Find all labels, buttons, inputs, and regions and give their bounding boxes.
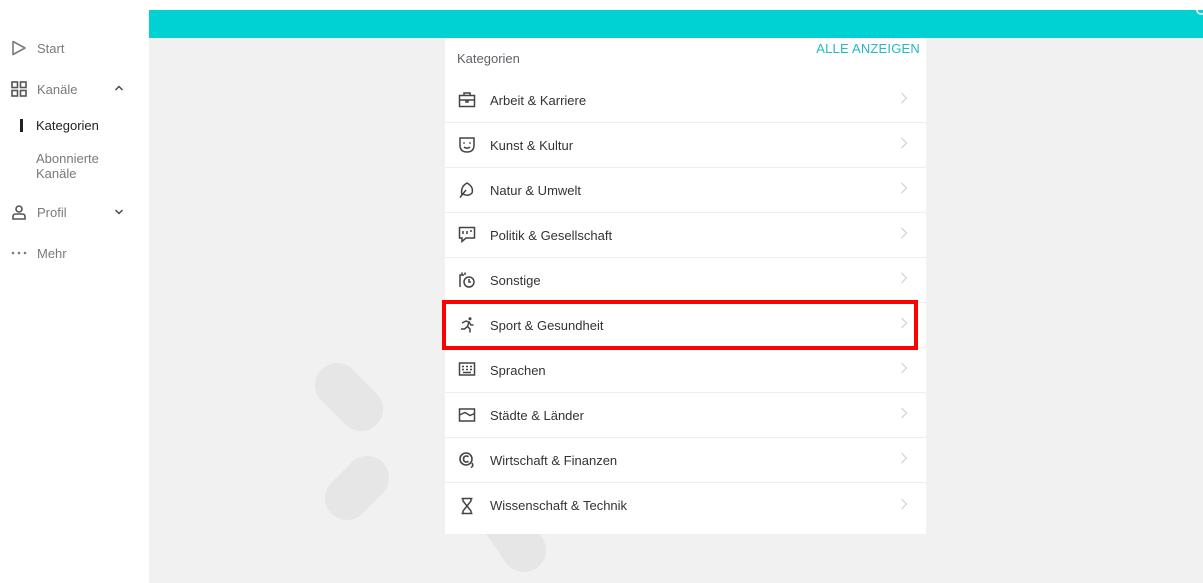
running-person-icon bbox=[457, 315, 477, 335]
show-all-link[interactable]: ALLE ANZEIGEN bbox=[816, 41, 920, 56]
chevron-right-icon bbox=[900, 316, 908, 334]
category-row[interactable]: Sonstige bbox=[445, 258, 926, 303]
flag-map-icon bbox=[457, 405, 477, 425]
chevron-right-icon bbox=[900, 451, 908, 469]
category-label: Politik & Gesellschaft bbox=[490, 227, 613, 243]
chevron-right-icon bbox=[900, 181, 908, 199]
nav-start[interactable]: Start bbox=[10, 39, 64, 57]
category-label: Sport & Gesundheit bbox=[490, 317, 604, 333]
chevron-right-icon bbox=[900, 406, 908, 424]
category-label: Arbeit & Karriere bbox=[490, 92, 587, 108]
category-row[interactable]: Sprachen bbox=[445, 348, 926, 393]
chevron-right-icon bbox=[900, 497, 908, 515]
nav-abonnierte-kanaele[interactable]: Abonnierte Kanäle bbox=[36, 151, 99, 181]
category-label: Kunst & Kultur bbox=[490, 137, 574, 153]
category-row[interactable]: Politik & Gesellschaft bbox=[445, 213, 926, 258]
nav-kanaele-label: Kanäle bbox=[37, 81, 78, 97]
chevron-right-icon bbox=[900, 271, 908, 289]
category-label: Natur & Umwelt bbox=[490, 182, 582, 198]
category-row[interactable]: Kunst & Kultur bbox=[445, 123, 926, 168]
speech-bubble-icon bbox=[457, 225, 477, 245]
category-label: Wirtschaft & Finanzen bbox=[490, 452, 618, 468]
category-list: Arbeit & Karriere Kunst & Kultur Natur &… bbox=[445, 78, 926, 528]
chevron-right-icon bbox=[900, 226, 908, 244]
briefcase-icon bbox=[457, 90, 477, 110]
categories-panel: Kategorien ALLE ANZEIGEN Arbeit & Karrie… bbox=[445, 38, 926, 534]
hourglass-icon bbox=[457, 496, 477, 516]
category-label: Städte & Länder bbox=[490, 407, 584, 423]
category-label: Sprachen bbox=[490, 362, 546, 378]
theater-mask-icon bbox=[457, 135, 477, 155]
grid-icon bbox=[10, 80, 28, 98]
top-bar bbox=[149, 10, 1203, 38]
play-icon bbox=[10, 39, 28, 57]
active-indicator bbox=[20, 119, 23, 132]
nav-mehr-label: Mehr bbox=[37, 245, 67, 261]
user-icon bbox=[10, 203, 28, 221]
nav-abonnierte-label-line1: Abonnierte bbox=[36, 151, 99, 166]
sidebar: Start Kanäle Kategorien Abonnierte Kanäl… bbox=[0, 0, 149, 583]
nav-abonnierte-label-line2: Kanäle bbox=[36, 166, 77, 181]
nav-profil-label: Profil bbox=[37, 204, 67, 220]
leaf-icon bbox=[457, 180, 477, 200]
keyboard-icon bbox=[457, 360, 477, 380]
category-row[interactable]: Arbeit & Karriere bbox=[445, 78, 926, 123]
nav-start-label: Start bbox=[37, 40, 65, 56]
nav-kategorien-label: Kategorien bbox=[36, 118, 99, 133]
nav-kategorien[interactable]: Kategorien bbox=[20, 118, 99, 133]
search-icon[interactable] bbox=[1195, 10, 1203, 23]
category-row[interactable]: Natur & Umwelt bbox=[445, 168, 926, 213]
nav-kanaele[interactable]: Kanäle bbox=[10, 80, 140, 98]
category-row[interactable]: Wissenschaft & Technik bbox=[445, 483, 926, 528]
more-dots-icon bbox=[10, 244, 28, 262]
nav-profil[interactable]: Profil bbox=[10, 203, 140, 221]
chevron-up-icon[interactable] bbox=[114, 82, 124, 97]
main-content: Kategorien ALLE ANZEIGEN Arbeit & Karrie… bbox=[149, 10, 1203, 583]
nav-mehr[interactable]: Mehr bbox=[10, 244, 67, 262]
category-label: Wissenschaft & Technik bbox=[490, 498, 628, 513]
chevron-right-icon bbox=[900, 91, 908, 109]
chevron-down-icon[interactable] bbox=[114, 205, 124, 220]
category-row[interactable]: Städte & Länder bbox=[445, 393, 926, 438]
chevron-right-icon bbox=[900, 136, 908, 154]
coin-icon bbox=[457, 450, 477, 470]
category-label: Sonstige bbox=[490, 272, 541, 288]
chevron-right-icon bbox=[900, 361, 908, 379]
category-row[interactable]: Sport & Gesundheit bbox=[445, 303, 926, 348]
misc-clock-icon bbox=[457, 270, 477, 290]
category-row[interactable]: Wirtschaft & Finanzen bbox=[445, 438, 926, 483]
panel-title: Kategorien bbox=[457, 51, 520, 66]
